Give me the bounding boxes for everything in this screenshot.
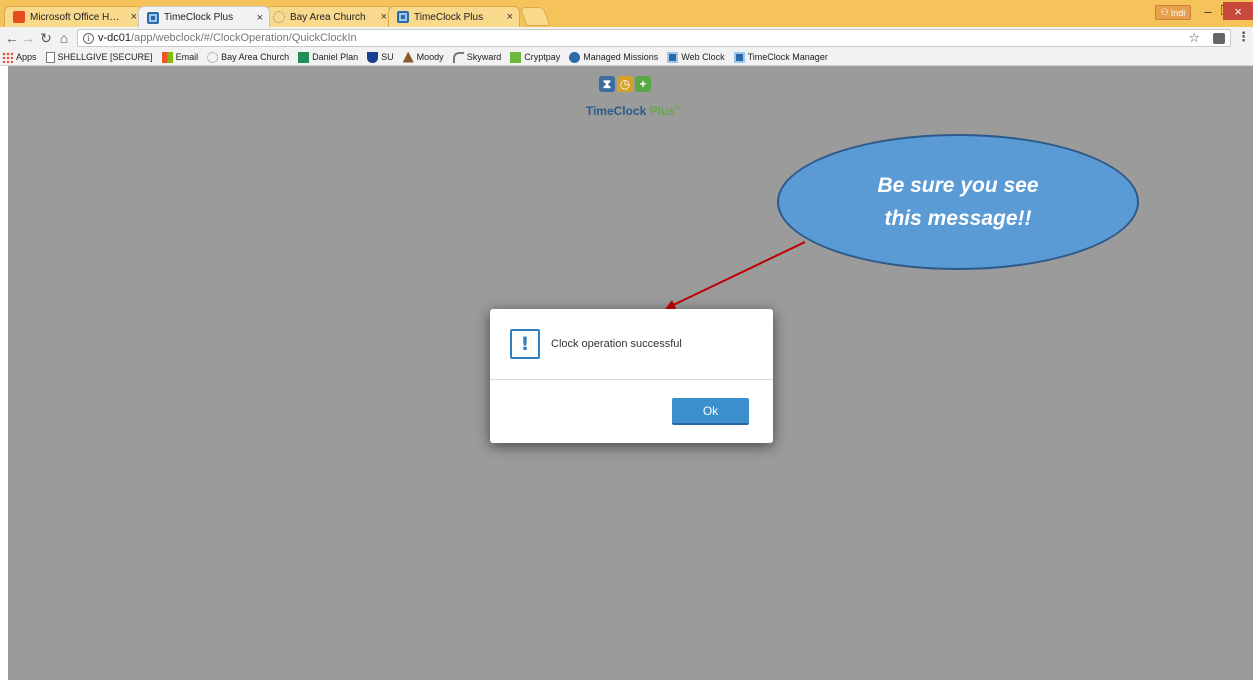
bookmark-label: Skyward bbox=[466, 52, 502, 62]
timeclock-plus-logo: ⧗ ◷ + TimeClock Plus® bbox=[578, 76, 688, 121]
forward-icon[interactable]: → bbox=[21, 30, 35, 46]
tab-label: Bay Area Church bbox=[290, 11, 366, 23]
page-overlay: ⧗ ◷ + TimeClock Plus® Be sure you see th… bbox=[8, 66, 1253, 680]
clock-success-dialog: ! Clock operation successful Ok bbox=[490, 309, 773, 443]
apps-grid-icon bbox=[2, 51, 13, 63]
timeclock-icon bbox=[667, 51, 679, 63]
page-icon bbox=[45, 51, 55, 63]
logo-text-timeclock: TimeClock bbox=[585, 104, 650, 118]
logo-text-plus: Plus bbox=[649, 104, 675, 118]
bookmark-label: Moody bbox=[416, 52, 444, 62]
bookmark-timeclock-manager[interactable]: TimeClock Manager bbox=[733, 51, 828, 63]
bookmark-shellgive[interactable]: SHELLGIVE [SECURE] bbox=[45, 51, 153, 63]
microsoft-icon bbox=[161, 51, 173, 63]
skyward-icon bbox=[452, 51, 464, 63]
church-icon bbox=[207, 51, 219, 63]
back-icon[interactable]: ← bbox=[5, 30, 19, 46]
alert-icon: ! bbox=[510, 329, 540, 359]
plus-icon: + bbox=[635, 76, 651, 92]
new-tab-button[interactable] bbox=[519, 7, 551, 26]
daniel-plan-icon bbox=[298, 51, 310, 63]
bookmark-apps[interactable]: Apps bbox=[2, 51, 37, 63]
extension-icon[interactable] bbox=[1213, 33, 1225, 44]
close-icon[interactable]: × bbox=[507, 11, 513, 23]
arrow-line bbox=[665, 241, 806, 310]
bookmark-label: TimeClock Manager bbox=[747, 52, 828, 62]
url-host: v-dc01 bbox=[98, 32, 132, 44]
reload-icon[interactable]: ↻ bbox=[39, 30, 53, 46]
timeclock-icon bbox=[147, 11, 159, 24]
timeclock-icon bbox=[733, 51, 745, 63]
timeclock-icon bbox=[397, 11, 409, 23]
address-bar[interactable]: i v-dc01/app/webclock/#/ClockOperation/Q… bbox=[77, 29, 1231, 47]
bookmark-web-clock[interactable]: Web Clock bbox=[667, 51, 725, 63]
close-icon[interactable]: × bbox=[257, 12, 263, 24]
tab-microsoft-office-home[interactable]: Microsoft Office Home × bbox=[4, 6, 144, 27]
tab-strip: Microsoft Office Home × TimeClock Plus ×… bbox=[0, 0, 1253, 28]
url-path: /app/webclock/#/ClockOperation/QuickCloc… bbox=[131, 32, 357, 44]
bookmark-star-icon[interactable]: ☆ bbox=[1188, 30, 1200, 46]
bookmark-label: Bay Area Church bbox=[221, 52, 290, 62]
close-icon[interactable]: × bbox=[381, 11, 387, 23]
office-icon bbox=[13, 11, 25, 23]
bookmark-label: SHELLGIVE [SECURE] bbox=[57, 52, 153, 62]
close-icon[interactable]: × bbox=[131, 11, 137, 23]
home-icon[interactable]: ⌂ bbox=[57, 30, 71, 46]
browser-menu-icon[interactable]: ⋮ bbox=[1237, 29, 1250, 45]
logo-wordmark: TimeClock Plus® bbox=[578, 104, 688, 118]
bookmark-label: Daniel Plan bbox=[312, 52, 359, 62]
bookmark-skyward[interactable]: Skyward bbox=[452, 51, 502, 63]
bookmark-label: Apps bbox=[16, 52, 37, 62]
user-icon: ⚇ bbox=[1160, 7, 1169, 17]
window-close-button[interactable]: × bbox=[1223, 2, 1253, 20]
callout-text: Be sure you see this message!! bbox=[877, 174, 1039, 230]
profile-label: Indi bbox=[1170, 7, 1186, 18]
bookmark-label: Email bbox=[175, 52, 199, 62]
tab-label: TimeClock Plus bbox=[164, 12, 234, 23]
dialog-body: ! Clock operation successful bbox=[490, 309, 773, 380]
bookmark-moody[interactable]: Moody bbox=[402, 51, 444, 63]
ok-button[interactable]: Ok bbox=[672, 398, 749, 425]
bookmark-su[interactable]: SU bbox=[367, 51, 394, 63]
tab-timeclock-plus-2[interactable]: TimeClock Plus × bbox=[388, 6, 520, 27]
hourglass-icon: ⧗ bbox=[599, 76, 615, 92]
annotation-callout: Be sure you see this message!! bbox=[777, 134, 1139, 270]
tab-label: Microsoft Office Home bbox=[30, 11, 122, 23]
tab-label: TimeClock Plus bbox=[414, 11, 484, 23]
bookmark-bay-area-church[interactable]: Bay Area Church bbox=[207, 51, 290, 63]
profile-button[interactable]: ⚇ Indi bbox=[1155, 5, 1191, 20]
moody-icon bbox=[402, 51, 414, 63]
church-icon bbox=[273, 11, 285, 23]
cryptpay-icon bbox=[510, 51, 522, 63]
managed-missions-icon bbox=[569, 51, 581, 63]
info-icon[interactable]: i bbox=[83, 32, 94, 44]
bookmark-label: SU bbox=[381, 52, 394, 62]
browser-toolbar: ← → ↻ ⌂ i v-dc01/app/webclock/#/ClockOpe… bbox=[0, 27, 1253, 49]
clock-icon: ◷ bbox=[617, 76, 633, 92]
bookmark-label: Managed Missions bbox=[583, 52, 659, 62]
dialog-message: Clock operation successful bbox=[551, 338, 682, 350]
registered-mark: ® bbox=[674, 105, 681, 112]
bookmark-email[interactable]: Email bbox=[161, 51, 199, 63]
bookmarks-bar: Apps SHELLGIVE [SECURE] Email Bay Area C… bbox=[0, 49, 1253, 66]
bookmark-cryptpay[interactable]: Cryptpay bbox=[510, 51, 561, 63]
tab-timeclock-plus[interactable]: TimeClock Plus × bbox=[138, 6, 270, 28]
bookmark-managed-missions[interactable]: Managed Missions bbox=[569, 51, 659, 63]
su-icon bbox=[367, 51, 379, 63]
bookmark-daniel-plan[interactable]: Daniel Plan bbox=[298, 51, 359, 63]
tab-bay-area-church[interactable]: Bay Area Church × bbox=[264, 6, 394, 27]
bookmark-label: Web Clock bbox=[681, 52, 725, 62]
bookmark-label: Cryptpay bbox=[524, 52, 561, 62]
